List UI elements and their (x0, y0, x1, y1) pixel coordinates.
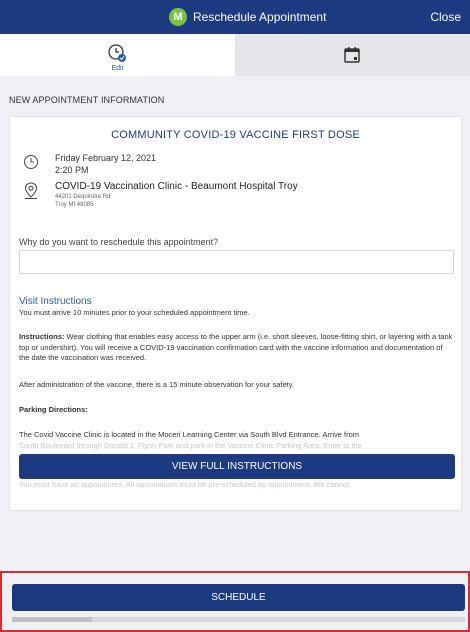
clock-check-icon (108, 44, 126, 62)
location-pin-icon (24, 182, 38, 199)
appointment-card: COMMUNITY COVID-19 VACCINE FIRST DOSE Fr… (9, 116, 462, 511)
app-logo-icon: M (169, 8, 187, 26)
arrival-note: You must arrive 10 minutes prior to your… (19, 308, 250, 317)
location-name: COVID-19 Vaccination Clinic - Beaumont H… (55, 181, 298, 192)
schedule-button[interactable]: SCHEDULE (12, 584, 465, 611)
appointment-date: Friday February 12, 2021 (55, 153, 157, 163)
appointment-time: 2:20 PM (55, 165, 89, 175)
instructions-label: Instructions: (19, 332, 65, 341)
instructions-paragraph: Instructions: Wear clothing that enables… (19, 332, 455, 364)
tab-bar: Edit (0, 34, 470, 76)
parking-label: Parking Directions: (19, 405, 88, 414)
parking-text: The Covid Vaccine Clinic is located in t… (19, 430, 360, 439)
scrollbar-thumb[interactable] (12, 617, 92, 622)
top-navigation-bar: M Reschedule Appointment Close (0, 0, 470, 34)
page-title: Reschedule Appointment (193, 10, 327, 24)
section-heading: NEW APPOINTMENT INFORMATION (9, 95, 165, 105)
horizontal-scrollbar[interactable] (12, 617, 465, 622)
faded-instructions-tail: You must have an appointment. All vaccin… (19, 480, 350, 489)
instructions-text: Wear clothing that enables easy access t… (19, 332, 453, 362)
address-line-1: 44201 Dequindre Rd (55, 194, 111, 200)
calendar-icon (344, 47, 360, 63)
reschedule-reason-input[interactable] (19, 250, 454, 274)
reschedule-reason-label: Why do you want to reschedule this appoi… (19, 237, 219, 247)
visit-instructions-heading: Visit Instructions (19, 296, 92, 307)
view-full-instructions-button[interactable]: VIEW FULL INSTRUCTIONS (19, 454, 455, 479)
tab-edit-label: Edit (111, 65, 124, 72)
tab-calendar[interactable] (235, 34, 470, 76)
observation-text: After administration of the vaccine, the… (19, 380, 294, 389)
appointment-title: COMMUNITY COVID-19 VACCINE FIRST DOSE (111, 129, 360, 141)
clock-icon (24, 155, 38, 169)
address-line-2: Troy MI 48085 (55, 202, 94, 208)
close-button[interactable]: Close (430, 10, 461, 24)
parking-text-faded: South Boulevard through Donald J. Flynn … (19, 441, 362, 450)
tab-edit[interactable]: Edit (0, 34, 235, 76)
